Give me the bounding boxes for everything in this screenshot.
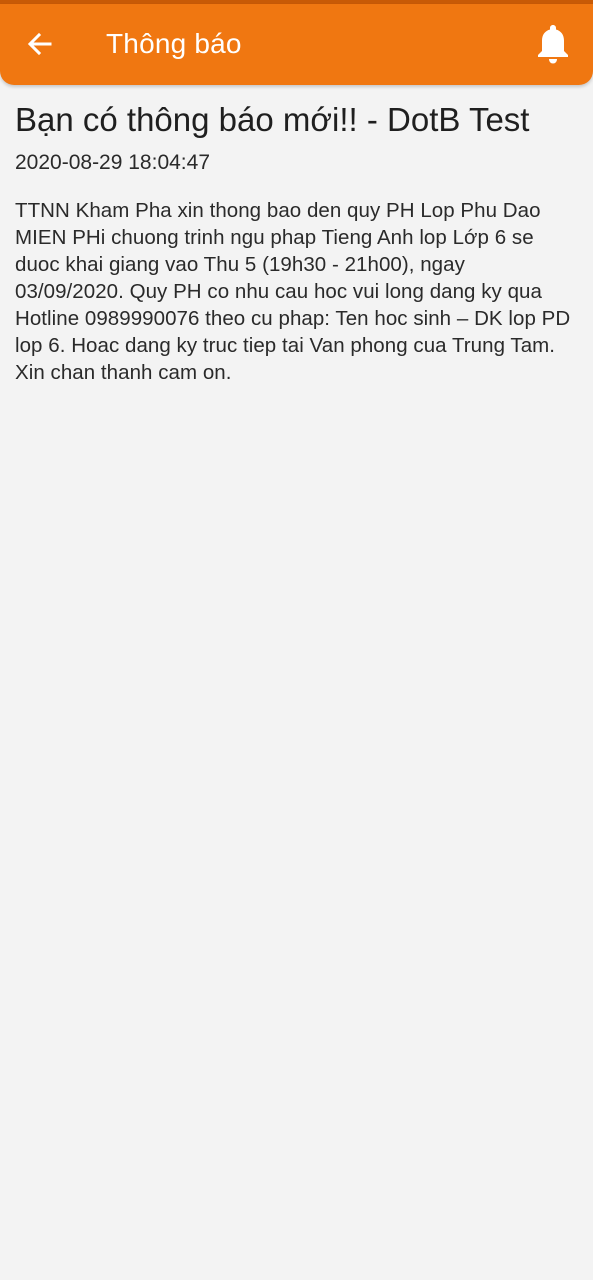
notification-bell-button[interactable] bbox=[531, 20, 575, 68]
notification-title: Bạn có thông báo mới!! - DotB Test bbox=[15, 101, 530, 138]
notification-content: Bạn có thông báo mới!! - DotB Test 2020-… bbox=[15, 100, 575, 386]
app-bar: Thông báo bbox=[0, 4, 593, 85]
notification-timestamp: 2020-08-29 18:04:47 bbox=[15, 151, 210, 174]
bell-icon bbox=[538, 25, 568, 64]
back-button[interactable] bbox=[18, 22, 62, 66]
arrow-left-icon bbox=[27, 32, 52, 56]
notification-body: TTNN Kham Pha xin thong bao den quy PH L… bbox=[15, 199, 571, 384]
page-title: Thông báo bbox=[106, 28, 242, 59]
notification-detail-screen: Thông báo Bạn có thông báo mới!! - DotB … bbox=[0, 0, 593, 1280]
